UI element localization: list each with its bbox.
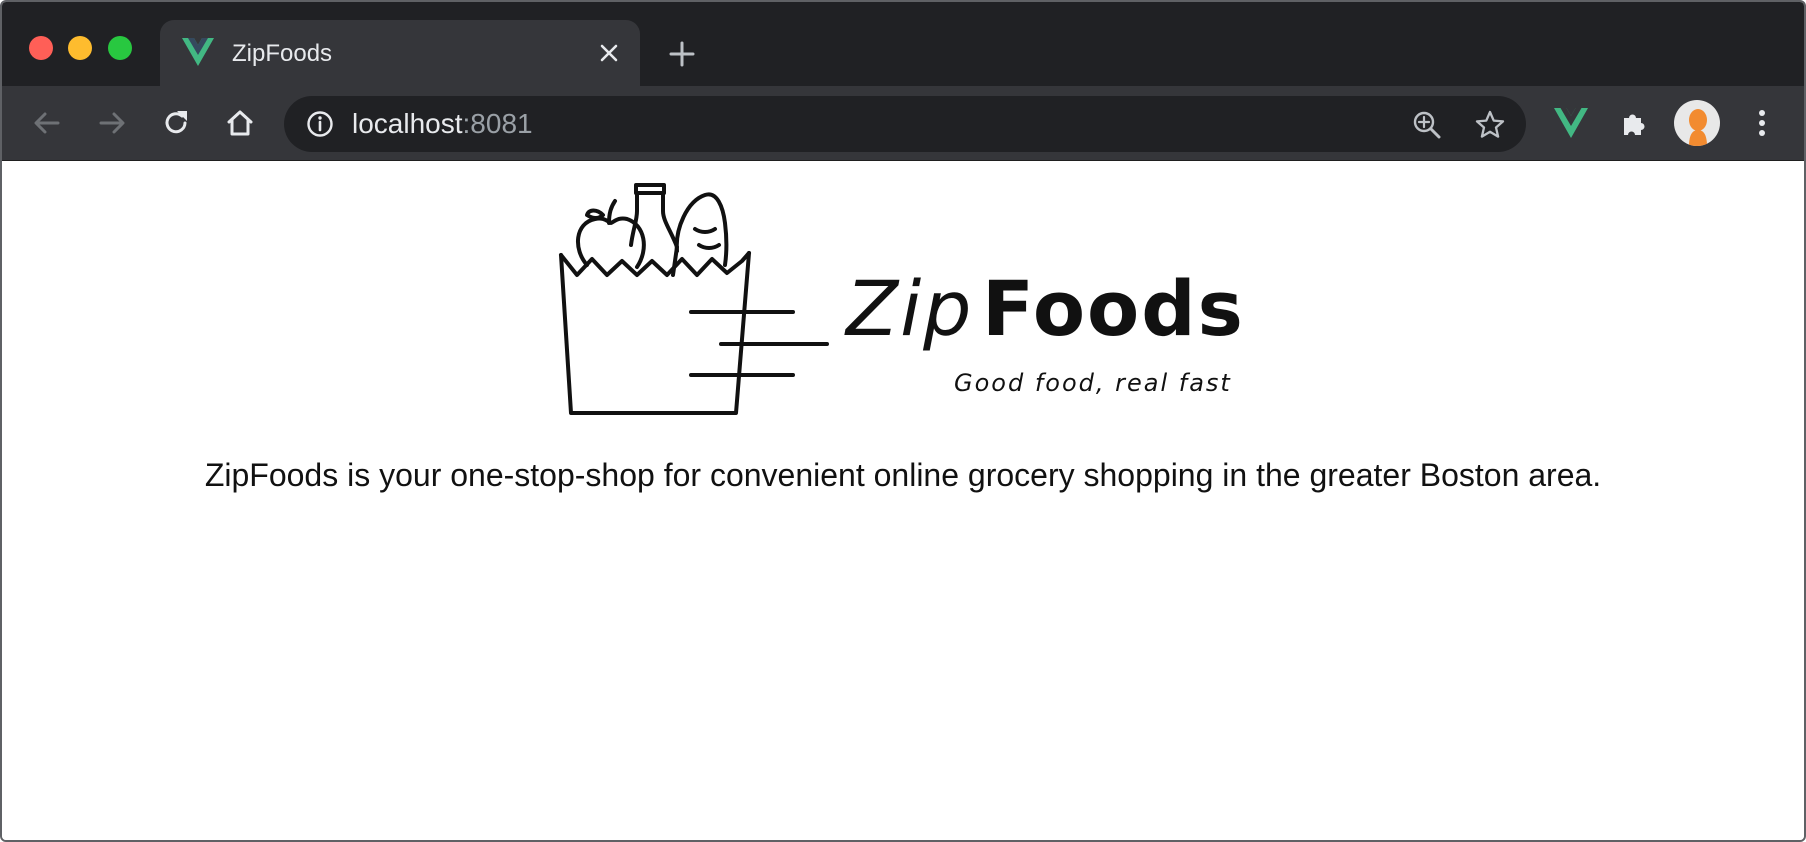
url-port: :8081 xyxy=(462,108,533,139)
vue-logo-icon xyxy=(182,38,214,66)
home-icon[interactable] xyxy=(224,107,256,139)
reload-icon[interactable] xyxy=(160,107,192,139)
grocery-bag-logo-icon xyxy=(559,183,829,415)
logo-word-foods: Foods xyxy=(982,264,1245,353)
zoom-icon[interactable] xyxy=(1412,110,1442,140)
more-menu-icon[interactable] xyxy=(1748,107,1776,139)
star-icon[interactable] xyxy=(1474,109,1506,141)
tab-strip: ZipFoods xyxy=(2,2,1804,86)
address-url: localhost:8081 xyxy=(352,109,533,139)
profile-avatar[interactable] xyxy=(1674,100,1720,146)
logo-word-zip: Zip xyxy=(846,264,974,353)
plus-icon[interactable] xyxy=(668,40,696,68)
close-window-button[interactable] xyxy=(29,36,53,60)
page-content: Zip Foods Good food, real fast ZipFoods … xyxy=(2,161,1804,840)
tab-zipfoods[interactable]: ZipFoods xyxy=(160,20,640,86)
close-tab-icon[interactable] xyxy=(598,42,620,64)
browser-toolbar: localhost:8081 xyxy=(2,86,1804,161)
back-arrow-icon[interactable] xyxy=(31,107,63,139)
maximize-window-button[interactable] xyxy=(108,36,132,60)
url-host: localhost xyxy=(352,108,463,139)
forward-arrow-icon[interactable] xyxy=(96,107,128,139)
minimize-window-button[interactable] xyxy=(68,36,92,60)
tab-title: ZipFoods xyxy=(232,40,333,67)
info-icon[interactable] xyxy=(306,110,334,138)
page-description: ZipFoods is your one-stop-shop for conve… xyxy=(204,457,1602,493)
extensions-icon[interactable] xyxy=(1618,107,1650,139)
vue-devtools-icon[interactable] xyxy=(1554,108,1588,138)
browser-window: ZipFoods localhost:8081 Zip Foods Good f… xyxy=(0,0,1806,842)
address-bar[interactable]: localhost:8081 xyxy=(284,96,1526,152)
person-icon xyxy=(1689,109,1707,146)
logo-tagline: Good food, real fast xyxy=(954,369,1232,397)
